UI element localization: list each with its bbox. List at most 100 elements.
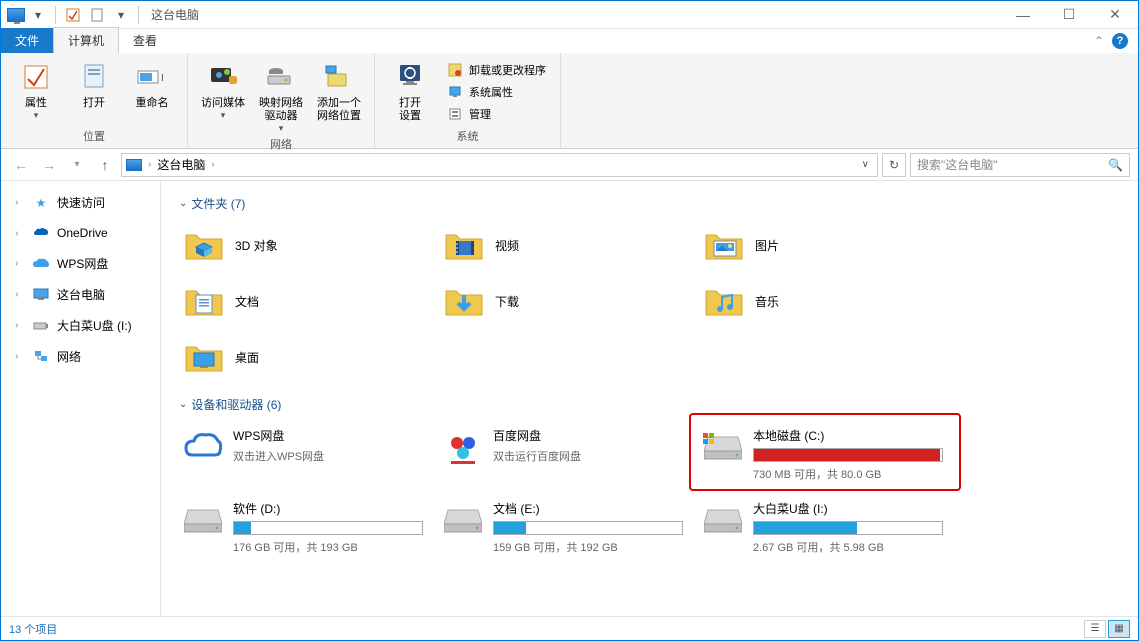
add-network-location-button[interactable]: 添加一个 网络位置	[314, 57, 364, 134]
drive-subtext: 176 GB 可用，共 193 GB	[233, 539, 425, 555]
view-tiles-button[interactable]: ▦	[1108, 620, 1130, 638]
folder-icon	[183, 224, 225, 266]
drive-name: 软件 (D:)	[233, 500, 425, 517]
drive-usage-bar	[753, 448, 943, 462]
manage-button[interactable]: 管理	[443, 105, 550, 123]
folder-label: 图片	[755, 237, 779, 254]
drive-item[interactable]: WPS网盘双击进入WPS网盘	[179, 421, 429, 488]
view-details-button[interactable]: ☰	[1084, 620, 1106, 638]
folder-icon	[183, 336, 225, 378]
folder-icon	[443, 280, 485, 322]
folder-icon	[443, 224, 485, 266]
drive-usage-bar	[753, 521, 943, 535]
folder-item[interactable]: 桌面	[179, 332, 429, 382]
drives-section-header[interactable]: ⌄ 设备和驱动器 (6)	[179, 396, 1120, 413]
ribbon: 属性 ▾ 打开 I 重命名 位置 访问	[1, 53, 1138, 149]
search-placeholder: 搜索"这台电脑"	[917, 156, 998, 173]
qat-file-icon[interactable]	[86, 4, 108, 26]
tab-file[interactable]: 文件	[1, 28, 53, 53]
access-media-button[interactable]: 访问媒体 ▾	[198, 57, 248, 134]
drive-icon	[183, 427, 223, 467]
minimize-button[interactable]: —	[1000, 1, 1046, 29]
folder-item[interactable]: 下载	[439, 276, 689, 326]
drive-icon	[183, 500, 223, 540]
open-button[interactable]: 打开	[69, 57, 119, 126]
qat-dropdown-1[interactable]: ▾	[27, 4, 49, 26]
tab-view[interactable]: 查看	[119, 28, 171, 53]
folder-item[interactable]: 音乐	[699, 276, 949, 326]
folder-item[interactable]: 3D 对象	[179, 220, 429, 270]
drive-subtext: 159 GB 可用，共 192 GB	[493, 539, 685, 555]
open-settings-button[interactable]: 打开 设置	[385, 57, 435, 126]
navigation-pane: › ★ 快速访问 › OneDrive › WPS网盘 › 这台电脑 › 大白菜…	[1, 181, 161, 618]
properties-button[interactable]: 属性 ▾	[11, 57, 61, 126]
wps-cloud-icon	[33, 256, 49, 272]
breadcrumb-root[interactable]: 这台电脑	[157, 156, 205, 173]
address-dropdown[interactable]: ∨	[858, 159, 873, 170]
sidebar-item-quick-access[interactable]: › ★ 快速访问	[9, 191, 152, 214]
chevron-down-icon: ⌄	[179, 198, 187, 209]
folders-section-header[interactable]: ⌄ 文件夹 (7)	[179, 195, 1120, 212]
folder-label: 3D 对象	[235, 237, 278, 254]
sidebar-item-usb[interactable]: › 大白菜U盘 (I:)	[9, 314, 152, 337]
search-icon: 🔍	[1108, 158, 1123, 172]
chevron-right-icon[interactable]: ›	[15, 351, 25, 362]
pc-icon	[33, 287, 49, 303]
drive-icon	[703, 427, 743, 467]
chevron-right-icon[interactable]: ›	[15, 258, 25, 269]
group-label-network: 网络	[198, 134, 364, 154]
drive-item[interactable]: 百度网盘双击运行百度网盘	[439, 421, 689, 488]
drive-usage-bar	[493, 521, 683, 535]
uninstall-button[interactable]: 卸载或更改程序	[443, 61, 550, 79]
up-button[interactable]: ↑	[93, 153, 117, 177]
uninstall-icon	[447, 62, 463, 78]
folder-label: 文档	[235, 293, 259, 310]
drive-item[interactable]: 文档 (E:)159 GB 可用，共 192 GB	[439, 494, 689, 561]
folder-item[interactable]: 视频	[439, 220, 689, 270]
sidebar-item-this-pc[interactable]: › 这台电脑	[9, 283, 152, 306]
add-network-icon	[323, 61, 355, 93]
drive-icon	[443, 500, 483, 540]
settings-icon	[394, 61, 426, 93]
chevron-right-icon[interactable]: ›	[15, 197, 25, 208]
close-button[interactable]: ✕	[1092, 1, 1138, 29]
ribbon-collapse-icon[interactable]: ⌃	[1094, 34, 1104, 48]
tab-computer[interactable]: 计算机	[53, 27, 119, 53]
rename-button[interactable]: I 重命名	[127, 57, 177, 126]
sidebar-item-onedrive[interactable]: › OneDrive	[9, 222, 152, 244]
folder-item[interactable]: 文档	[179, 276, 429, 326]
recent-dropdown[interactable]: ▾	[65, 153, 89, 177]
usb-drive-icon	[33, 318, 49, 334]
help-icon[interactable]: ?	[1112, 33, 1128, 49]
address-bar[interactable]: › 这台电脑 › ∨	[121, 153, 878, 177]
maximize-button[interactable]: ☐	[1046, 1, 1092, 29]
chevron-right-icon[interactable]: ›	[15, 320, 25, 331]
system-properties-button[interactable]: 系统属性	[443, 83, 550, 101]
folder-label: 桌面	[235, 349, 259, 366]
drive-item[interactable]: 本地磁盘 (C:)730 MB 可用，共 80.0 GB	[699, 421, 949, 488]
drive-item[interactable]: 软件 (D:) 176 GB 可用，共 193 GB	[179, 494, 429, 561]
qat-properties-icon[interactable]	[62, 4, 84, 26]
map-drive-button[interactable]: 映射网络 驱动器 ▾	[256, 57, 306, 134]
sidebar-item-network[interactable]: › 网络	[9, 345, 152, 368]
folder-item[interactable]: 图片	[699, 220, 949, 270]
folder-label: 音乐	[755, 293, 779, 310]
chevron-down-icon: ⌄	[179, 399, 187, 410]
app-icon[interactable]	[7, 8, 25, 22]
refresh-button[interactable]: ↻	[882, 153, 906, 177]
chevron-right-icon[interactable]: ›	[15, 228, 25, 239]
drive-item[interactable]: 大白菜U盘 (I:)2.67 GB 可用，共 5.98 GB	[699, 494, 949, 561]
folder-icon	[703, 224, 745, 266]
network-icon	[33, 349, 49, 365]
qat-dropdown-2[interactable]: ▾	[110, 4, 132, 26]
sidebar-item-wps[interactable]: › WPS网盘	[9, 252, 152, 275]
chevron-right-icon[interactable]: ›	[15, 289, 25, 300]
onedrive-icon	[33, 225, 49, 241]
forward-button[interactable]: →	[37, 153, 61, 177]
folder-icon	[703, 280, 745, 322]
drive-name: WPS网盘	[233, 427, 425, 444]
back-button[interactable]: ←	[9, 153, 33, 177]
drive-subtext: 双击运行百度网盘	[493, 448, 685, 464]
group-label-system: 系统	[385, 126, 550, 146]
search-input[interactable]: 搜索"这台电脑" 🔍	[910, 153, 1130, 177]
